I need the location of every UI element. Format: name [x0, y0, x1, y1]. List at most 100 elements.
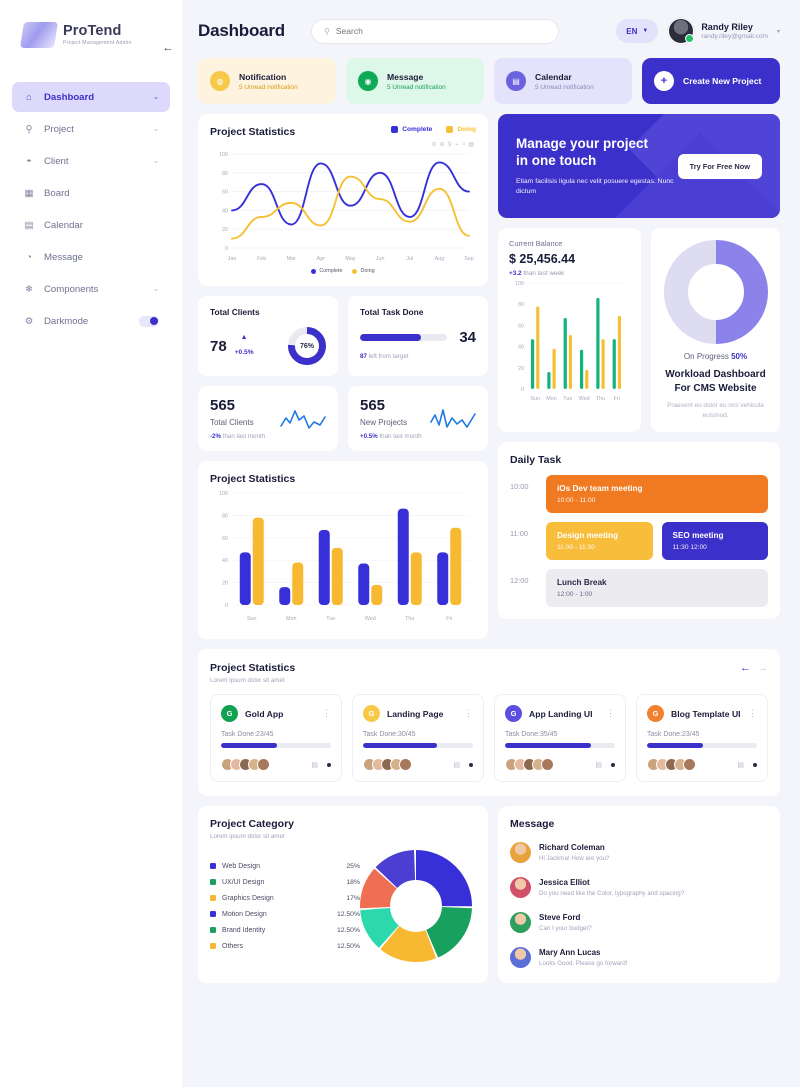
brand-logo[interactable]: ProTend Project Management Admin: [12, 18, 170, 48]
project-progress-track: [363, 743, 473, 748]
sidebar-item-message[interactable]: ◔ Message: [12, 242, 170, 272]
legend-label: Complete: [319, 268, 343, 274]
quick-card-notification[interactable]: ◍ Notification 5 Unread notification: [198, 58, 336, 104]
legend-swatch: [210, 879, 216, 885]
sidebar-item-dashboard[interactable]: ⌂ Dashboard ⌄: [12, 82, 170, 112]
legend-item: Complete: [391, 126, 432, 133]
sidebar-item-label: Message: [44, 251, 83, 263]
search-box[interactable]: ⚲: [311, 18, 559, 44]
chart-legend-bottom: Complete Doing: [210, 268, 476, 274]
layers-icon: ❄: [25, 283, 33, 295]
sidebar-collapse-arrow-left-icon[interactable]: ←: [160, 40, 176, 56]
calendar-icon: ▤: [24, 219, 34, 231]
project-card[interactable]: G Gold App ⋮ Task Done:23/45 ▤: [210, 694, 342, 782]
card-title: Message: [510, 818, 555, 830]
search-input[interactable]: [335, 26, 546, 36]
sidebar-item-client[interactable]: ◓ Client ⌄: [12, 146, 170, 176]
calendar-icon[interactable]: ▤: [595, 761, 602, 769]
category-legend-item: Graphics Design 17%: [210, 890, 360, 906]
arrow-left-icon[interactable]: ←: [740, 662, 751, 674]
message-item[interactable]: Jessica Elliot Do you need like the Colo…: [510, 870, 768, 905]
projects-strip-wrap: Project Statistics Lorem ipsum dolor sit…: [194, 639, 784, 796]
member-avatars: [363, 758, 412, 771]
sparkline-icon: [430, 408, 476, 428]
legend-label: Doing: [457, 126, 476, 133]
balance-amount: $ 25,456.44: [509, 252, 576, 266]
calendar-icon[interactable]: ▤: [311, 761, 318, 769]
quick-card-create-new-project[interactable]: + Create New Project: [642, 58, 780, 104]
more-options-icon[interactable]: ⋮: [464, 708, 473, 717]
message-item[interactable]: Richard Coleman Hi Jackma! How are you?: [510, 835, 768, 870]
message-item[interactable]: Steve Ford Can I your budget?: [510, 905, 768, 940]
sidebar-item-label: Project: [44, 123, 74, 135]
avatar: [510, 912, 531, 933]
quick-card-subtitle: 5 Unread notification: [387, 83, 446, 91]
task-item[interactable]: Lunch Break 12:00 - 1:00: [546, 569, 768, 608]
sidebar-item-components[interactable]: ❄ Components ⌄: [12, 274, 170, 304]
project-category-card: Project Category Lorem ipsum dolor sit a…: [198, 806, 488, 983]
user-menu[interactable]: Randy Riley randy.riley@gmail.com ▾: [668, 18, 780, 44]
calendar-icon[interactable]: ▤: [453, 761, 460, 769]
sidebar-item-calendar[interactable]: ▤ Calendar: [12, 210, 170, 240]
message-item[interactable]: Mary Ann Lucas Looks Good. Please go for…: [510, 940, 768, 975]
sparkline-icon: [280, 409, 326, 429]
pan-icon[interactable]: ⊖: [440, 141, 445, 148]
reset-icon[interactable]: ⊙: [432, 141, 437, 148]
task-note: 87 left from target: [360, 353, 476, 360]
arrow-right-icon[interactable]: →: [757, 662, 768, 674]
more-options-icon[interactable]: ⋮: [748, 708, 757, 717]
project-progress-fill: [221, 743, 278, 748]
logo-icon: [19, 22, 59, 48]
carousel-nav[interactable]: ← →: [740, 662, 768, 674]
project-card[interactable]: G App Landing UI ⋮ Task Done:35/45 ▤: [494, 694, 626, 782]
svg-text:Mon: Mon: [286, 616, 297, 622]
user-email: randy.riley@gmail.com: [701, 33, 768, 41]
svg-text:60: 60: [518, 323, 524, 329]
task-item[interactable]: iOs Dev team meeting 10:00 - 11:00: [546, 475, 768, 514]
project-card[interactable]: G Landing Page ⋮ Task Done:30/45 ▤: [352, 694, 484, 782]
message-card: Message Richard Coleman Hi Jackma! How a…: [498, 806, 780, 983]
chart-toolbar[interactable]: ⊙ ⊖ ⚲ ⌁ ⌂ ▤: [210, 141, 474, 148]
project-card[interactable]: G Blog Template UI ⋮ Task Done:23/45 ▤: [636, 694, 768, 782]
try-free-button[interactable]: Try For Free Now: [677, 153, 762, 179]
category-percent: 12.50%: [336, 942, 360, 950]
calendar-icon[interactable]: ▤: [737, 761, 744, 769]
project-name: Blog Template UI: [671, 708, 741, 719]
category-donut-chart: [360, 850, 472, 962]
zoom-in-icon[interactable]: ⚲: [448, 141, 452, 148]
quick-card-message[interactable]: ◉ Message 5 Unread notification: [346, 58, 484, 104]
svg-text:40: 40: [222, 558, 228, 564]
home-icon[interactable]: ⌂: [462, 141, 466, 148]
category-legend-item: Web Design 25%: [210, 858, 360, 874]
grid-icon: ▦: [24, 187, 34, 199]
svg-text:60: 60: [222, 536, 228, 542]
language-selector[interactable]: EN ▼: [616, 19, 659, 43]
workload-donut-chart: [663, 240, 768, 344]
task-item[interactable]: SEO meeting 11:30 12:00: [661, 522, 768, 561]
project-task-label: Task Done:30/45: [363, 731, 416, 738]
darkmode-toggle[interactable]: [139, 315, 159, 327]
more-options-icon[interactable]: ⋮: [606, 708, 615, 717]
sidebar-item-project[interactable]: ⚲ Project ⌄: [12, 114, 170, 144]
total-task-value: 34: [459, 329, 476, 346]
kpi-value: 565: [210, 397, 236, 414]
selection-icon[interactable]: ⌁: [455, 141, 459, 148]
task-item[interactable]: Design meeting 11:00 - 11:30: [546, 522, 653, 561]
more-options-icon[interactable]: ⋮: [322, 708, 331, 717]
menu-icon[interactable]: ▤: [468, 141, 474, 148]
rocket-icon: ⚲: [25, 123, 33, 135]
task-time: 12:00: [510, 576, 529, 586]
sidebar-item-board[interactable]: ▦ Board: [12, 178, 170, 208]
task-name: SEO meeting: [672, 531, 724, 541]
quick-card-calendar[interactable]: ▤ Calendar 5 Unread notification: [494, 58, 632, 104]
svg-text:Wed: Wed: [365, 616, 376, 622]
total-task-done-card: Total Task Done 34 87 left from target: [348, 296, 488, 376]
sidebar-item-darkmode[interactable]: ⚙ Darkmode: [12, 306, 170, 336]
brand-tagline: Project Management Admin: [63, 39, 132, 46]
bell-icon: ◍: [210, 71, 230, 91]
category-label: Brand Identity: [222, 926, 266, 934]
donut-label: 76%: [299, 342, 314, 350]
svg-text:Jun: Jun: [376, 256, 385, 262]
status-dot: [327, 762, 331, 767]
project-cards-row: G Gold App ⋮ Task Done:23/45 ▤ G Landing…: [210, 694, 768, 782]
